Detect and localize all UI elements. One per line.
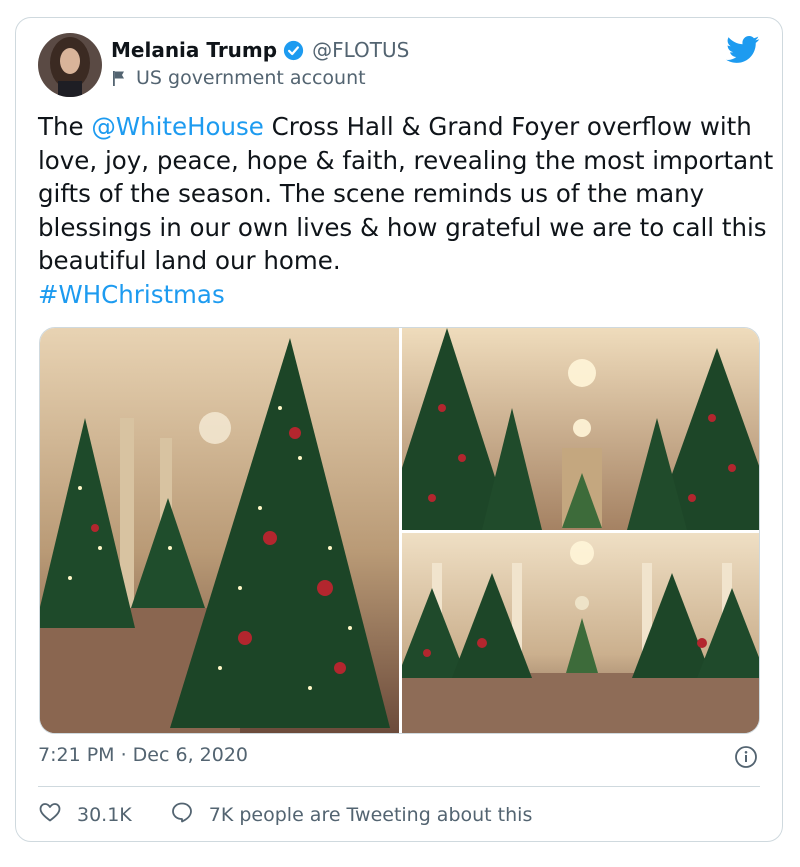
like-count[interactable]: 30.1K <box>77 804 132 826</box>
government-label-text: US government account <box>136 67 366 89</box>
hashtag-link[interactable]: #WHChristmas <box>38 280 225 309</box>
info-icon[interactable] <box>734 745 758 769</box>
tweeting-about-text: 7K people are Tweeting about this <box>208 803 533 826</box>
reply-bubble-icon <box>170 800 194 829</box>
verified-badge-icon <box>283 40 304 61</box>
photo-christmas-tree-closeup[interactable] <box>40 328 399 733</box>
author-row: Melania Trump @FLOTUS <box>111 38 409 62</box>
author-name[interactable]: Melania Trump <box>111 38 277 62</box>
author-handle[interactable]: @FLOTUS <box>312 38 409 62</box>
flag-icon <box>111 69 129 87</box>
tweet-prefix: The <box>38 112 92 141</box>
government-label: US government account <box>111 67 366 89</box>
heart-icon[interactable] <box>38 800 62 829</box>
mention-link[interactable]: @WhiteHouse <box>91 112 264 141</box>
media-grid <box>39 327 760 734</box>
tweet-timestamp[interactable]: 7:21 PM · Dec 6, 2020 <box>38 744 248 766</box>
twitter-bird-icon[interactable] <box>726 36 760 64</box>
photo-grand-foyer[interactable] <box>402 533 759 733</box>
tweeting-about-link[interactable]: 7K people are Tweeting about this <box>170 800 533 829</box>
tweet-text: The @WhiteHouse Cross Hall & Grand Foyer… <box>38 110 778 311</box>
tweet-card[interactable]: Melania Trump @FLOTUS US government acco… <box>15 17 783 842</box>
tweet-actions: 30.1K 7K people are Tweeting about this <box>38 800 532 829</box>
photo-cross-hall[interactable] <box>402 328 759 530</box>
avatar[interactable] <box>38 33 102 97</box>
divider <box>38 786 760 787</box>
